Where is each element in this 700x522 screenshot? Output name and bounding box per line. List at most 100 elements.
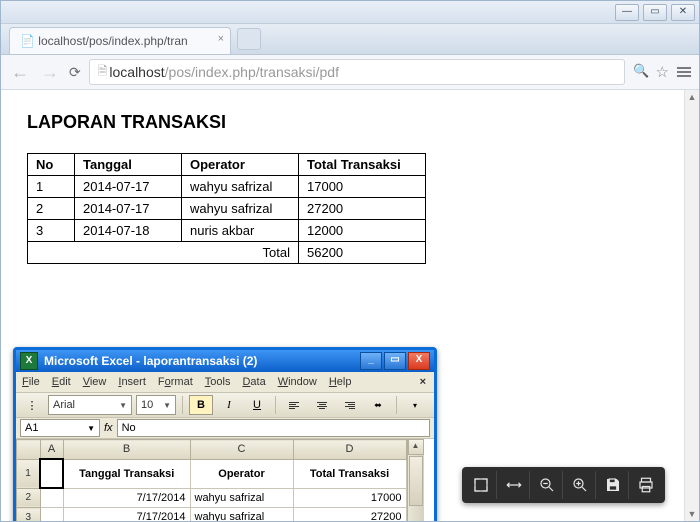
align-left-button[interactable] bbox=[282, 395, 306, 415]
menu-file[interactable]: File bbox=[22, 376, 40, 388]
page-title: LAPORAN TRANSAKSI bbox=[27, 112, 673, 133]
select-all-corner[interactable] bbox=[17, 440, 41, 460]
report-table: No Tanggal Operator Total Transaksi 1201… bbox=[27, 153, 426, 264]
save-button[interactable] bbox=[598, 471, 629, 499]
col-total: Total Transaksi bbox=[299, 154, 426, 176]
table-total-row: Total56200 bbox=[28, 242, 426, 264]
merge-cells-button[interactable]: ⬌ bbox=[366, 395, 390, 415]
name-box[interactable]: A1▼ bbox=[20, 419, 100, 437]
col-header-d[interactable]: D bbox=[293, 440, 406, 460]
col-header-b[interactable]: B bbox=[63, 440, 190, 460]
menu-edit[interactable]: Edit bbox=[52, 376, 71, 388]
reload-button[interactable]: ⟳ bbox=[69, 64, 81, 81]
bookmark-icon[interactable]: ☆ bbox=[656, 63, 669, 81]
col-header-a[interactable]: A bbox=[40, 440, 63, 460]
address-bar[interactable]: 🗎 localhost/pos/index.php/transaksi/pdf bbox=[89, 59, 626, 85]
menu-format[interactable]: Format bbox=[158, 376, 193, 388]
page-icon: 🗎 bbox=[98, 62, 108, 83]
excel-minimize-button[interactable]: _ bbox=[360, 352, 382, 370]
col-tanggal: Tanggal bbox=[75, 154, 182, 176]
toolbar-handle-icon: ⋮ bbox=[20, 395, 44, 415]
zoom-out-button[interactable] bbox=[532, 471, 563, 499]
browser-menu-button[interactable] bbox=[677, 67, 691, 77]
table-row: 12014-07-17wahyu safrizal17000 bbox=[28, 176, 426, 198]
menu-help[interactable]: Help bbox=[329, 376, 352, 388]
excel-formula-bar: A1▼ fx No bbox=[16, 418, 434, 439]
pdf-viewer-toolbar bbox=[462, 467, 665, 503]
excel-close-button[interactable]: X bbox=[408, 352, 430, 370]
scroll-down-icon[interactable]: ▼ bbox=[685, 507, 699, 521]
window-titlebar: — ▭ ✕ bbox=[1, 1, 699, 24]
search-icon[interactable]: 🔍 bbox=[633, 63, 649, 81]
cell[interactable]: Total Transaksi bbox=[293, 459, 406, 488]
print-button[interactable] bbox=[631, 471, 661, 499]
italic-button[interactable]: I bbox=[217, 395, 241, 415]
fx-label[interactable]: fx bbox=[104, 422, 113, 434]
nav-forward-button[interactable]: → bbox=[39, 62, 61, 83]
scroll-thumb[interactable] bbox=[409, 456, 423, 506]
new-tab-button[interactable] bbox=[237, 28, 261, 50]
menu-tools[interactable]: Tools bbox=[205, 376, 231, 388]
zoom-in-button[interactable] bbox=[565, 471, 596, 499]
row-header[interactable]: 3 bbox=[17, 508, 41, 522]
tab-title: localhost/pos/index.php/tran bbox=[38, 34, 187, 48]
cell[interactable]: 27200 bbox=[293, 508, 406, 522]
window-close-button[interactable]: ✕ bbox=[671, 4, 695, 21]
excel-doc-close-button[interactable]: × bbox=[418, 376, 428, 388]
cell[interactable]: wahyu safrizal bbox=[190, 488, 293, 508]
excel-maximize-button[interactable]: ▭ bbox=[384, 352, 406, 370]
cell[interactable]: Tanggal Transaksi bbox=[63, 459, 190, 488]
page-viewport: ▲ ▼ LAPORAN TRANSAKSI No Tanggal Operato… bbox=[1, 90, 699, 521]
excel-titlebar[interactable]: X Microsoft Excel - laporantransaksi (2)… bbox=[16, 350, 434, 372]
align-center-button[interactable] bbox=[310, 395, 334, 415]
excel-grid[interactable]: A B C D 1 Tanggal Transaksi Operator Tot… bbox=[16, 439, 407, 521]
menu-window[interactable]: Window bbox=[278, 376, 317, 388]
tab-close-icon[interactable]: × bbox=[218, 33, 224, 45]
menu-view[interactable]: View bbox=[83, 376, 107, 388]
font-size-combo[interactable]: 10▼ bbox=[136, 395, 176, 415]
table-row: 32014-07-18nuris akbar12000 bbox=[28, 220, 426, 242]
cell[interactable]: Operator bbox=[190, 459, 293, 488]
browser-window: — ▭ ✕ 📄 localhost/pos/index.php/tran × ←… bbox=[0, 0, 700, 522]
col-header-c[interactable]: C bbox=[190, 440, 293, 460]
formula-input[interactable]: No bbox=[117, 419, 430, 437]
cell[interactable]: wahyu safrizal bbox=[190, 508, 293, 522]
menu-data[interactable]: Data bbox=[242, 376, 265, 388]
excel-vscrollbar[interactable]: ▲ ▼ bbox=[407, 439, 424, 521]
chevron-down-icon: ▼ bbox=[87, 424, 95, 433]
window-minimize-button[interactable]: — bbox=[615, 4, 639, 21]
browser-tab-active[interactable]: 📄 localhost/pos/index.php/tran × bbox=[9, 27, 231, 54]
font-name-combo[interactable]: Arial▼ bbox=[48, 395, 132, 415]
excel-title-text: Microsoft Excel - laporantransaksi (2) bbox=[44, 354, 257, 368]
table-row: 22014-07-17wahyu safrizal27200 bbox=[28, 198, 426, 220]
excel-app-icon: X bbox=[20, 352, 38, 370]
chevron-down-icon: ▼ bbox=[163, 401, 171, 410]
col-no: No bbox=[28, 154, 75, 176]
excel-window: X Microsoft Excel - laporantransaksi (2)… bbox=[13, 347, 437, 521]
fit-width-button[interactable] bbox=[499, 471, 530, 499]
nav-back-button[interactable]: ← bbox=[9, 62, 31, 83]
window-maximize-button[interactable]: ▭ bbox=[643, 4, 667, 21]
row-header[interactable]: 1 bbox=[17, 459, 41, 488]
align-right-button[interactable] bbox=[338, 395, 362, 415]
toolbar-overflow-button[interactable]: ▾ bbox=[403, 395, 427, 415]
scroll-up-icon[interactable]: ▲ bbox=[685, 90, 699, 104]
excel-grid-area: A B C D 1 Tanggal Transaksi Operator Tot… bbox=[16, 439, 434, 521]
cell[interactable] bbox=[40, 508, 63, 522]
page-scrollbar[interactable]: ▲ ▼ bbox=[684, 90, 699, 521]
underline-button[interactable]: U bbox=[245, 395, 269, 415]
tab-favicon: 📄 bbox=[20, 34, 35, 48]
cell[interactable]: 17000 bbox=[293, 488, 406, 508]
cell-a1[interactable] bbox=[40, 459, 63, 488]
scroll-up-icon[interactable]: ▲ bbox=[408, 439, 424, 455]
cell[interactable]: 7/17/2014 bbox=[63, 488, 190, 508]
row-header[interactable]: 2 bbox=[17, 488, 41, 508]
cell[interactable]: 7/17/2014 bbox=[63, 508, 190, 522]
menu-insert[interactable]: Insert bbox=[118, 376, 146, 388]
bold-button[interactable]: B bbox=[189, 395, 213, 415]
fit-page-button[interactable] bbox=[466, 471, 497, 499]
browser-toolbar: ← → ⟳ 🗎 localhost/pos/index.php/transaks… bbox=[1, 55, 699, 90]
browser-tabbar: 📄 localhost/pos/index.php/tran × bbox=[1, 24, 699, 55]
chevron-down-icon: ▼ bbox=[119, 401, 127, 410]
cell[interactable] bbox=[40, 488, 63, 508]
